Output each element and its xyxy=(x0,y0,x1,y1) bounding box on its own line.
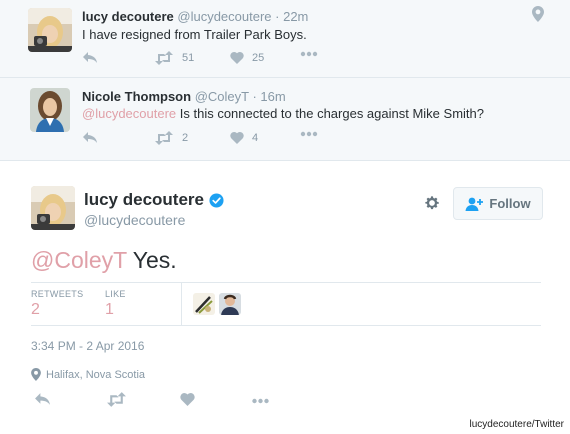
likes-count: 1 xyxy=(105,301,114,318)
more-icon xyxy=(252,398,269,404)
retweets-stat[interactable]: RETWEETS 2 xyxy=(31,289,83,319)
more-icon xyxy=(300,51,318,57)
more-button[interactable] xyxy=(251,398,270,404)
like-button[interactable]: 4 xyxy=(230,131,258,144)
mention-link[interactable]: @lucydecoutere xyxy=(82,106,176,121)
retweets-count: 2 xyxy=(31,301,40,318)
retweet-count: 51 xyxy=(182,52,195,64)
stats-divider xyxy=(181,283,182,325)
tweet-header: Nicole Thompson @ColeyT · 16m xyxy=(82,89,286,104)
reply-button[interactable] xyxy=(82,51,98,65)
heart-icon xyxy=(180,393,195,406)
tweet-actions xyxy=(34,392,294,412)
more-button[interactable] xyxy=(300,51,318,57)
mention-link[interactable]: @ColeyT xyxy=(31,247,127,273)
tweet-header: lucy decoutere @lucydecoutere · 22m xyxy=(82,9,308,24)
timestamp[interactable]: · 22m xyxy=(275,9,308,24)
gear-icon[interactable] xyxy=(423,194,441,217)
like-count: 25 xyxy=(252,51,265,64)
more-icon xyxy=(300,131,318,137)
location-pin-icon xyxy=(31,368,41,381)
display-name[interactable]: lucy decoutere xyxy=(82,9,174,24)
follow-button[interactable]: Follow xyxy=(453,187,543,220)
conversation-thread: lucy decoutere @lucydecoutere · 22m I ha… xyxy=(0,0,570,160)
thread-tweet-2[interactable]: Nicole Thompson @ColeyT · 16m @lucydecou… xyxy=(0,78,570,160)
more-button[interactable] xyxy=(300,131,318,137)
username[interactable]: @lucydecoutere xyxy=(84,212,185,228)
tweet-text: @lucydecoutere Is this connected to the … xyxy=(82,106,484,121)
avatar[interactable] xyxy=(30,88,70,132)
reply-button[interactable] xyxy=(34,392,51,407)
tweet-text: I have resigned from Trailer Park Boys. xyxy=(82,27,307,42)
avatar[interactable] xyxy=(31,186,75,230)
retweet-button[interactable]: 51 xyxy=(154,51,194,65)
retweet-icon xyxy=(155,131,173,145)
timestamp[interactable]: · 16m xyxy=(252,89,285,104)
display-name-text: lucy decoutere xyxy=(84,190,204,209)
like-count: 4 xyxy=(252,131,259,144)
username[interactable]: @ColeyT xyxy=(195,89,249,104)
reply-icon xyxy=(35,393,50,405)
retweet-count: 2 xyxy=(182,132,189,144)
retweet-button[interactable] xyxy=(106,392,127,407)
like-button[interactable]: 25 xyxy=(230,51,264,64)
like-button[interactable] xyxy=(180,392,195,406)
permalink-tweet: lucy decoutere @lucydecoutere Follow @Co… xyxy=(0,160,570,434)
heart-icon xyxy=(230,131,244,144)
retweets-label: RETWEETS xyxy=(31,289,84,299)
tweet-text-body: Yes. xyxy=(132,247,177,273)
follow-user-icon xyxy=(465,197,484,211)
geo-pin-icon xyxy=(532,6,544,27)
reply-icon xyxy=(83,52,97,63)
heart-icon xyxy=(230,51,244,64)
display-name[interactable]: Nicole Thompson xyxy=(82,89,191,104)
location-text: Halifax, Nova Scotia xyxy=(46,368,146,381)
image-credit: lucydecoutere/Twitter xyxy=(469,419,565,430)
tweet-location[interactable]: Halifax, Nova Scotia xyxy=(31,368,145,381)
thread-tweet-1[interactable]: lucy decoutere @lucydecoutere · 22m I ha… xyxy=(0,0,570,78)
retweet-button[interactable]: 2 xyxy=(154,131,188,145)
follow-label: Follow xyxy=(489,196,531,211)
display-name[interactable]: lucy decoutere xyxy=(84,190,224,210)
likes-stat[interactable]: LIKE 1 xyxy=(105,289,126,319)
reply-icon xyxy=(83,132,97,143)
retweet-icon xyxy=(155,51,173,65)
liker-avatar[interactable] xyxy=(193,293,215,315)
verified-badge-icon xyxy=(209,192,224,208)
reply-button[interactable] xyxy=(82,131,98,145)
avatar[interactable] xyxy=(28,8,72,52)
tweet-text-body: Is this connected to the charges against… xyxy=(179,106,484,121)
tweet-datetime: 3:34 PM - 2 Apr 2016 xyxy=(31,339,145,353)
tweet-text: @ColeyT Yes. xyxy=(31,247,177,274)
liker-avatar[interactable] xyxy=(219,293,241,315)
retweet-icon xyxy=(107,392,126,407)
username[interactable]: @lucydecoutere xyxy=(177,9,271,24)
tweet-stats: RETWEETS 2 LIKE 1 xyxy=(31,282,541,326)
likes-label: LIKE xyxy=(105,289,126,299)
liker-avatars xyxy=(193,293,241,315)
